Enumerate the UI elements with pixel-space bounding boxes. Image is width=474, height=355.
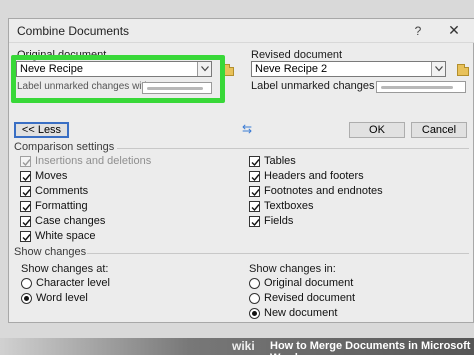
radio-selected-dot <box>24 296 29 301</box>
wikihow-logo: wiki <box>232 339 255 353</box>
dialog-title: Combine Documents <box>17 24 130 38</box>
radio-label: Revised document <box>264 292 356 304</box>
revised-document-value: Neve Recipe 2 <box>255 63 328 75</box>
radio-label: Character level <box>36 277 110 289</box>
green-highlight-box <box>11 55 225 103</box>
show-changes-heading: Show changes <box>14 246 87 258</box>
checkbox-footnotes-endnotes[interactable] <box>249 186 260 197</box>
ok-button[interactable]: OK <box>349 122 405 138</box>
radio-label: New document <box>264 307 338 319</box>
checkbox-white-space[interactable] <box>20 231 31 242</box>
radio-character-level[interactable] <box>21 278 32 289</box>
help-button[interactable]: ? <box>411 24 425 38</box>
checkbox-textboxes[interactable] <box>249 201 260 212</box>
title-bar: Combine Documents ? ✕ <box>9 19 474 43</box>
radio-selected-dot <box>252 311 257 316</box>
close-button[interactable]: ✕ <box>446 22 462 39</box>
checkbox-case-changes[interactable] <box>20 216 31 227</box>
radio-label: Word level <box>36 292 88 304</box>
combine-documents-dialog: Combine Documents ? ✕ Original document … <box>8 18 474 323</box>
checkbox-label: Insertions and deletions <box>35 155 152 167</box>
checkbox-fields[interactable] <box>249 216 260 227</box>
show-changes-at-label: Show changes at: <box>21 263 109 275</box>
checkbox-label: Fields <box>264 215 294 227</box>
comparison-settings-heading: Comparison settings <box>14 141 115 153</box>
checkbox-moves[interactable] <box>20 171 31 182</box>
checkbox-headers-footers[interactable] <box>249 171 260 182</box>
less-button[interactable]: << Less <box>14 122 69 138</box>
radio-original-document[interactable] <box>249 278 260 289</box>
chevron-down-icon[interactable] <box>431 62 445 76</box>
show-changes-in-label: Show changes in: <box>249 263 336 275</box>
checkbox-label: Case changes <box>35 215 106 227</box>
watermark-banner: wiki How to Merge Documents in Microsoft… <box>0 338 474 355</box>
checkbox-label: Moves <box>35 170 68 182</box>
browse-folder-icon[interactable] <box>457 64 469 76</box>
checkbox-label: Comments <box>35 185 89 197</box>
checkbox-label: Formatting <box>35 200 88 212</box>
checkbox-label: Footnotes and endnotes <box>264 185 383 197</box>
checkbox-formatting[interactable] <box>20 201 31 212</box>
revised-document-label: Revised document <box>251 49 343 61</box>
checkbox-label: Textboxes <box>264 200 314 212</box>
radio-new-document[interactable] <box>249 308 260 319</box>
screenshot-root: Combine Documents ? ✕ Original document … <box>0 0 474 355</box>
revised-document-combo[interactable]: Neve Recipe 2 <box>251 61 446 77</box>
checkbox-insertions-deletions <box>20 156 31 167</box>
radio-word-level[interactable] <box>21 293 32 304</box>
revised-unmarked-input[interactable] <box>376 81 466 93</box>
checkbox-comments[interactable] <box>20 186 31 197</box>
divider <box>117 148 469 149</box>
checkbox-label: Tables <box>264 155 296 167</box>
checkbox-tables[interactable] <box>249 156 260 167</box>
cancel-button[interactable]: Cancel <box>411 122 467 138</box>
radio-revised-document[interactable] <box>249 293 260 304</box>
checkbox-label: White space <box>35 230 96 242</box>
checkbox-label: Headers and footers <box>264 170 364 182</box>
swap-documents-icon[interactable]: ⇆ <box>242 122 252 136</box>
radio-label: Original document <box>264 277 354 289</box>
divider <box>87 253 469 254</box>
banner-caption: How to Merge Documents in Microsoft Word <box>270 340 471 355</box>
